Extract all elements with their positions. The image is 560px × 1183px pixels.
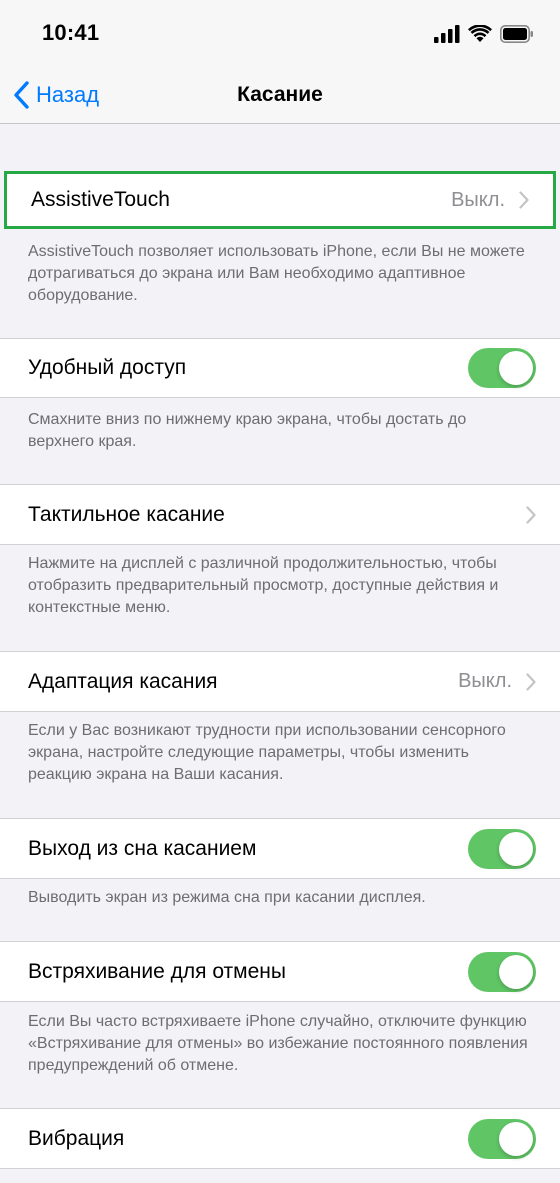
chevron-right-icon <box>526 505 536 524</box>
tap-to-wake-row: Выход из сна касанием <box>0 818 560 879</box>
touch-accommodations-value: Выкл. <box>458 670 512 692</box>
toggle-knob <box>499 954 533 989</box>
chevron-right-icon <box>519 191 529 209</box>
reachability-footer: Смахните вниз по нижнему краю экрана, чт… <box>28 411 467 450</box>
touch-accommodations-footer: Если у Вас возникают трудности при испол… <box>28 722 506 783</box>
shake-to-undo-toggle[interactable] <box>468 951 536 992</box>
assistive-touch-row[interactable]: AssistiveTouch Выкл. <box>4 171 556 229</box>
tap-to-wake-toggle[interactable] <box>468 828 536 869</box>
toggle-knob <box>499 831 533 866</box>
tap-to-wake-label: Выход из сна касанием <box>28 836 257 860</box>
vibration-row: Вибрация <box>0 1108 560 1169</box>
vibration-label: Вибрация <box>28 1126 125 1150</box>
reachability-toggle[interactable] <box>468 348 536 388</box>
shake-to-undo-footer: Если Вы часто встряхиваете iPhone случай… <box>28 1013 528 1074</box>
haptic-touch-footer: Нажмите на дисплей с различной продолжит… <box>28 555 499 616</box>
toggle-knob <box>499 351 533 385</box>
status-icons <box>434 24 534 44</box>
assistive-touch-footer: AssistiveTouch позволяет использовать iP… <box>28 243 525 304</box>
wifi-icon <box>468 25 492 42</box>
reachability-label: Удобный доступ <box>28 356 187 379</box>
shake-to-undo-row: Встряхивание для отмены <box>0 941 560 1002</box>
reachability-row: Удобный доступ <box>0 338 560 398</box>
chevron-right-icon <box>526 672 536 691</box>
touch-accommodations-row[interactable]: Адаптация касания Выкл. <box>0 651 560 712</box>
tap-to-wake-footer: Выводить экран из режима сна при касании… <box>28 889 426 906</box>
assistive-touch-label: AssistiveTouch <box>31 188 170 211</box>
page-title: Касание <box>237 83 323 106</box>
status-bar: 10:41 <box>0 0 560 66</box>
haptic-touch-row[interactable]: Тактильное касание <box>0 484 560 545</box>
assistive-touch-value: Выкл. <box>451 188 505 211</box>
toggle-knob <box>499 1121 533 1156</box>
cellular-signal-icon <box>434 25 460 43</box>
shake-to-undo-label: Встряхивание для отмены <box>28 959 286 983</box>
status-time: 10:41 <box>42 20 100 45</box>
vibration-toggle[interactable] <box>468 1118 536 1159</box>
navigation-bar: Назад Касание <box>0 66 560 124</box>
battery-icon <box>500 25 533 43</box>
haptic-touch-label: Тактильное касание <box>28 502 225 526</box>
touch-accommodations-label: Адаптация касания <box>28 669 218 693</box>
